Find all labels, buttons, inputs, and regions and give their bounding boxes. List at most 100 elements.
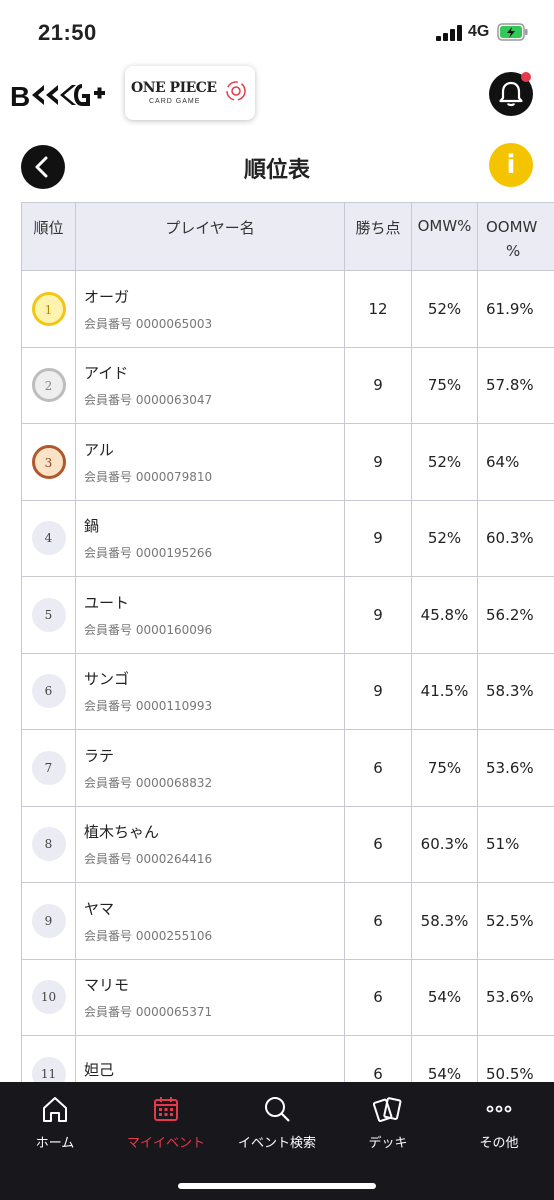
player-name: ユート [84, 593, 130, 612]
points-cell: 6 [344, 729, 412, 807]
home-indicator[interactable] [178, 1183, 376, 1189]
table-row[interactable]: 11 妲己 6 54% 50.5% [21, 1035, 554, 1082]
cards-icon [373, 1097, 402, 1122]
header-oomw: OOMW% [477, 202, 554, 271]
battery-icon [497, 23, 528, 41]
member-id: 会員番号 0000079810 [84, 469, 213, 484]
swirl-icon [226, 81, 246, 101]
rank-cell: 6 [21, 652, 76, 730]
member-id: 会員番号 0000063047 [84, 393, 213, 408]
member-id: 会員番号 0000264416 [84, 852, 213, 867]
points-cell: 9 [344, 499, 412, 577]
tab-deck[interactable]: デッキ [333, 1082, 443, 1162]
rank-badge: 7 [31, 750, 66, 785]
points-cell: 9 [344, 423, 412, 501]
omw-cell: 75% [411, 346, 478, 424]
player-cell: アイド 会員番号 0000063047 [75, 346, 345, 424]
rank-badge: 2 [31, 368, 66, 403]
table-row[interactable]: 3 アル 会員番号 0000079810 9 52% 64% [21, 423, 554, 501]
rank-cell: 8 [21, 805, 76, 883]
member-id: 会員番号 0000065371 [84, 1005, 213, 1020]
notification-badge [521, 72, 531, 82]
player-cell: マリモ 会員番号 0000065371 [75, 958, 345, 1036]
table-row[interactable]: 8 植木ちゃん 会員番号 0000264416 6 60.3% 51% [21, 805, 554, 883]
more-icon [486, 1105, 512, 1113]
points-cell: 6 [344, 805, 412, 883]
svg-text:B: B [10, 81, 30, 112]
player-cell: ヤマ 会員番号 0000255106 [75, 882, 345, 960]
points-cell: 6 [344, 882, 412, 960]
table-row[interactable]: 2 アイド 会員番号 0000063047 9 75% 57.8% [21, 346, 554, 424]
omw-cell: 75% [411, 729, 478, 807]
oomw-cell: 64% [477, 423, 554, 501]
rank-badge: 10 [31, 980, 66, 1015]
omw-cell: 54% [411, 1035, 478, 1082]
rank-badge: 11 [31, 1056, 66, 1082]
oomw-cell: 56.2% [477, 576, 554, 654]
table-row[interactable]: 6 サンゴ会員番号 0000110993 9 41.5% 58.3% [21, 652, 554, 730]
omw-cell: 45.8% [411, 576, 478, 654]
status-bar: 21:50 4G [0, 0, 554, 66]
player-cell: 植木ちゃん会員番号 0000264416 [75, 805, 345, 883]
info-button[interactable]: i [489, 143, 533, 187]
tab-event-search[interactable]: イベント検索 [222, 1082, 332, 1162]
oomw-cell: 53.6% [477, 958, 554, 1036]
player-cell: ユート 会員番号 0000160096 [75, 576, 345, 654]
oomw-cell: 50.5% [477, 1035, 554, 1082]
member-id: 会員番号 0000110993 [84, 699, 213, 714]
omw-cell: 41.5% [411, 652, 478, 730]
member-id: 会員番号 0000195266 [84, 546, 213, 561]
title-bar: 順位表 i [0, 140, 554, 196]
oomw-cell: 53.6% [477, 729, 554, 807]
rank-badge: 3 [31, 444, 66, 479]
rank-cell: 7 [21, 729, 76, 807]
table-row[interactable]: 9 ヤマ 会員番号 0000255106 6 58.3% 52.5% [21, 882, 554, 960]
tab-my-events[interactable]: マイイベント [111, 1082, 221, 1162]
player-name: 植木ちゃん [84, 823, 160, 842]
standings-table: 順位 プレイヤー名 勝ち点 OMW% OOMW% 1 オーガ 会員番号 000006… [21, 202, 554, 1082]
network-type: 4G [468, 23, 490, 40]
points-cell: 6 [344, 1035, 412, 1082]
player-cell: 鍋会員番号 0000195266 [75, 499, 345, 577]
standings-table-container[interactable]: 順位 プレイヤー名 勝ち点 OMW% OOMW% 1 オーガ 会員番号 000006… [21, 202, 554, 1082]
table-header-row: 順位 プレイヤー名 勝ち点 OMW% OOMW% [21, 202, 554, 271]
search-icon [265, 1097, 290, 1122]
points-cell: 9 [344, 346, 412, 424]
table-row[interactable]: 1 オーガ 会員番号 0000065003 12 52% 61.9% [21, 270, 554, 348]
status-time: 21:50 [38, 20, 97, 45]
tab-other[interactable]: その他 [444, 1082, 554, 1162]
player-name: オーガ [84, 287, 130, 306]
header-omw: OMW% [411, 202, 478, 271]
player-cell: アル 会員番号 0000079810 [75, 423, 345, 501]
tab-home[interactable]: ホーム [0, 1082, 110, 1162]
omw-cell: 54% [411, 958, 478, 1036]
points-cell: 9 [344, 652, 412, 730]
info-icon: i [506, 150, 516, 180]
member-id: 会員番号 0000255106 [84, 928, 213, 943]
player-cell: オーガ 会員番号 0000065003 [75, 270, 345, 348]
rank-cell: 5 [21, 576, 76, 654]
oomw-cell: 51% [477, 805, 554, 883]
table-row[interactable]: 10 マリモ 会員番号 0000065371 6 54% 53.6% [21, 958, 554, 1036]
one-piece-card-game-logo: ONE PIECE CARD GAME [125, 66, 255, 120]
player-name: ラテ [84, 746, 115, 765]
table-row[interactable]: 5 ユート 会員番号 0000160096 9 45.8% 56.2% [21, 576, 554, 654]
home-icon [43, 1097, 67, 1122]
rank-badge: 5 [31, 597, 66, 632]
calendar-icon [154, 1097, 178, 1121]
table-row[interactable]: 4 鍋会員番号 0000195266 9 52% 60.3% [21, 499, 554, 577]
rank-cell: 10 [21, 958, 76, 1036]
signal-icon [436, 25, 464, 41]
oomw-cell: 58.3% [477, 652, 554, 730]
table-row[interactable]: 7 ラテ 会員番号 0000068832 6 75% 53.6% [21, 729, 554, 807]
player-name: サンゴ [84, 670, 130, 689]
points-cell: 9 [344, 576, 412, 654]
omw-cell: 60.3% [411, 805, 478, 883]
rank-badge: 4 [31, 521, 66, 556]
player-cell: 妲己 [75, 1035, 345, 1082]
header-rank: 順位 [21, 202, 76, 271]
omw-cell: 52% [411, 270, 478, 348]
oomw-cell: 57.8% [477, 346, 554, 424]
omw-cell: 52% [411, 423, 478, 501]
rank-badge: 1 [31, 291, 66, 326]
